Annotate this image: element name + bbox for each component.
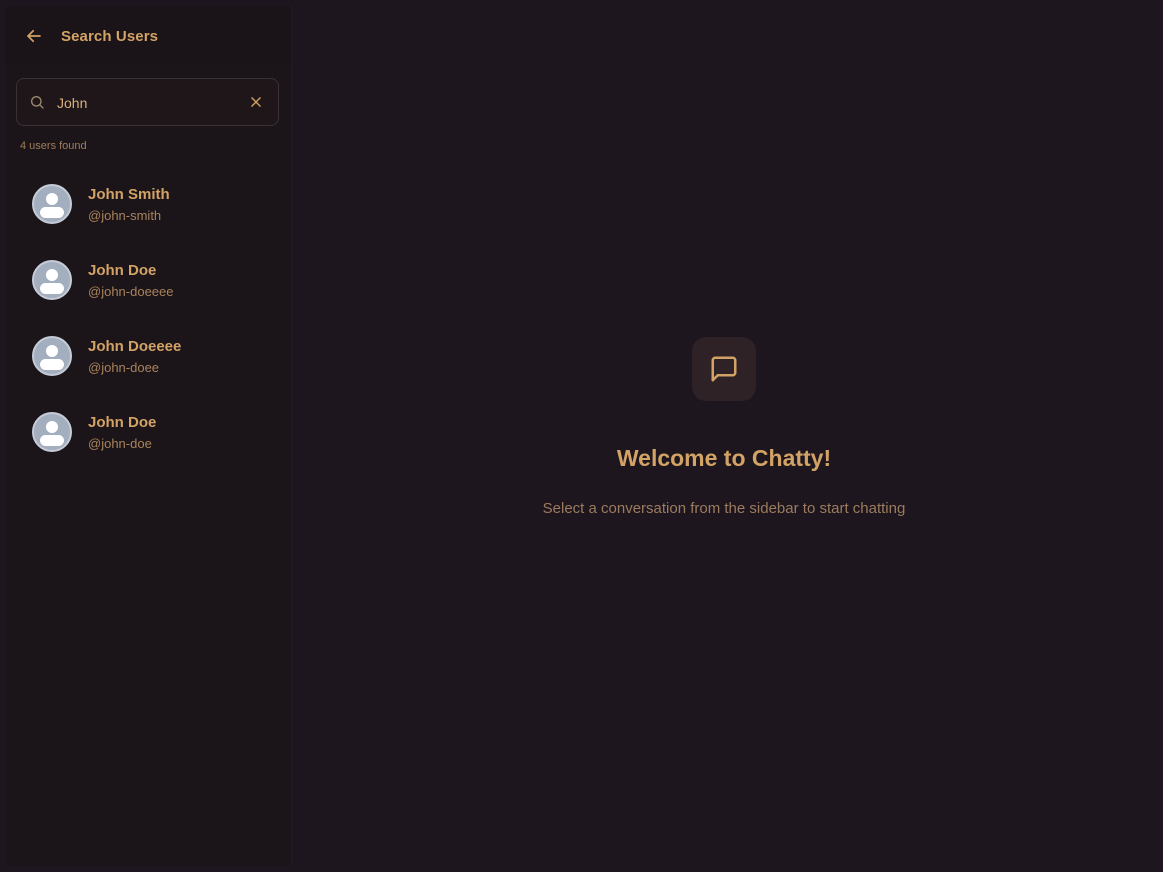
user-name: John Doe [88, 413, 157, 431]
welcome-subtitle: Select a conversation from the sidebar t… [542, 500, 906, 517]
results-count: 4 users found [20, 140, 87, 152]
user-silhouette-icon [46, 269, 58, 281]
user-list-item[interactable]: John Doe @john-doe [16, 394, 282, 470]
avatar [32, 260, 72, 300]
close-icon [251, 97, 261, 107]
search-icon [31, 96, 44, 109]
sidebar: Search Users 4 users found [6, 6, 292, 866]
user-silhouette-icon [46, 193, 58, 205]
back-button[interactable] [24, 26, 44, 46]
user-name: John Doe [88, 261, 157, 279]
user-handle: @john-doe [88, 435, 152, 451]
search-input[interactable] [57, 91, 237, 115]
clear-search-button[interactable] [248, 94, 264, 110]
user-list: John Smith @john-smith John Doe @john-do… [16, 166, 282, 470]
avatar [32, 336, 72, 376]
page-title: Search Users [61, 27, 159, 45]
search-box [16, 78, 279, 126]
welcome-title: Welcome to Chatty! [616, 445, 832, 471]
user-silhouette-icon [46, 421, 58, 433]
main-panel: Welcome to Chatty! Select a conversation… [293, 0, 1163, 872]
avatar [32, 412, 72, 452]
message-square-icon [711, 356, 737, 382]
user-list-item[interactable]: John Doeeee @john-doee [16, 318, 282, 394]
welcome-icon-container [692, 337, 756, 401]
user-handle: @john-smith [88, 207, 162, 223]
sidebar-header: Search Users [6, 6, 291, 66]
avatar [32, 184, 72, 224]
user-handle: @john-doeeee [88, 283, 174, 299]
user-name: John Doeeee [88, 337, 182, 355]
user-list-item[interactable]: John Smith @john-smith [16, 166, 282, 242]
user-silhouette-icon [46, 345, 58, 357]
app-root: Search Users 4 users found [0, 0, 1163, 872]
user-list-item[interactable]: John Doe @john-doeeee [16, 242, 282, 318]
arrow-left-icon [27, 29, 41, 43]
user-handle: @john-doee [88, 359, 160, 375]
user-name: John Smith [88, 185, 170, 203]
